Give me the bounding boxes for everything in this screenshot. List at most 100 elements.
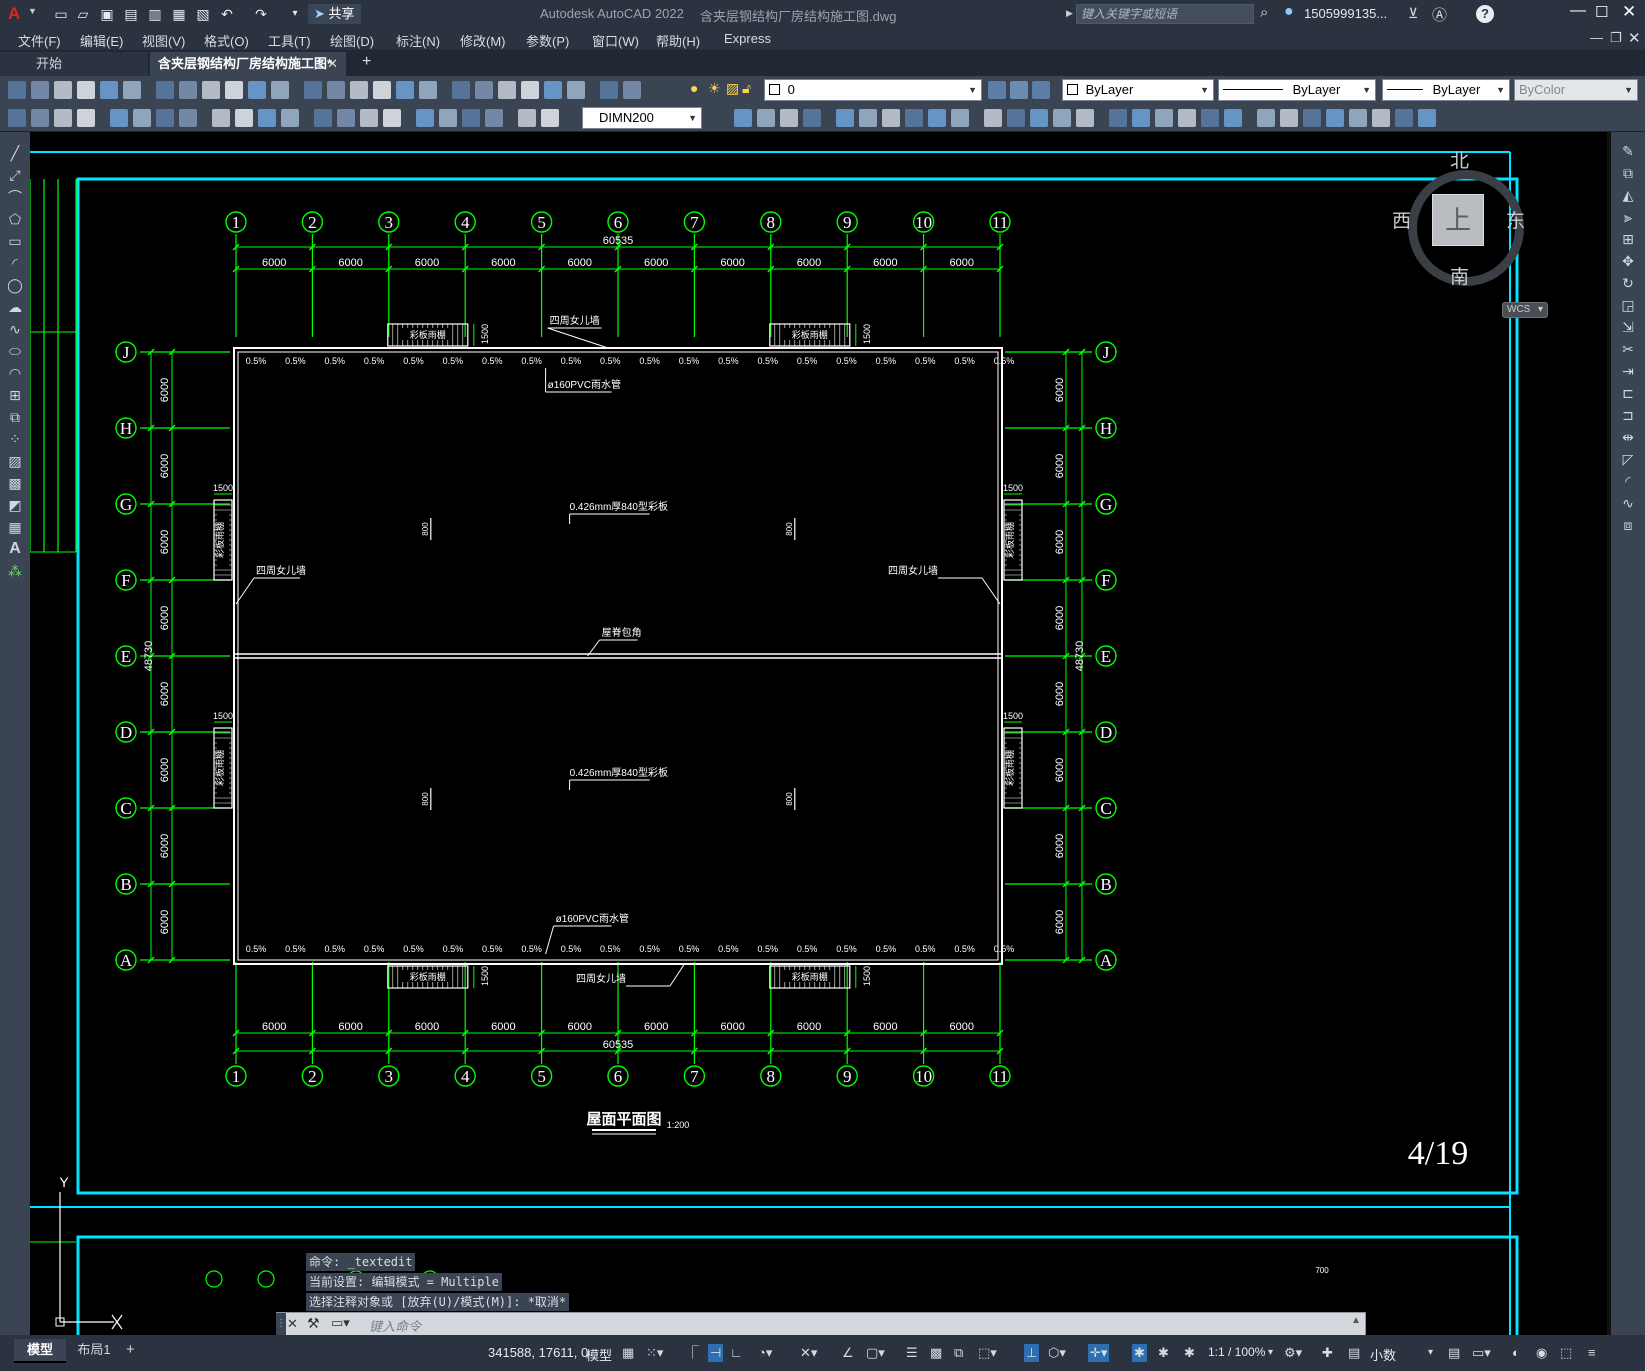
view-ne-icon[interactable] (905, 109, 923, 127)
command-grip-icon[interactable]: ⋮ (276, 1313, 286, 1335)
maximize-icon[interactable]: ☐ (1595, 3, 1608, 21)
move-icon[interactable]: ✥ (1618, 252, 1638, 270)
view-se-icon[interactable] (951, 109, 969, 127)
tool-redo-icon[interactable] (271, 81, 289, 99)
minimize-icon[interactable]: — (1570, 2, 1586, 20)
viewport-lock-icon[interactable] (1349, 109, 1367, 127)
tool-properties-icon[interactable] (396, 81, 414, 99)
rectangle-icon[interactable]: ▭ (5, 232, 25, 250)
line-icon[interactable]: ╱ (5, 144, 25, 162)
publish-icon[interactable]: ▥ (146, 5, 164, 23)
grid-icon[interactable]: ▦ (622, 1344, 634, 1362)
ucs-origin-icon[interactable] (1132, 109, 1150, 127)
search-icon[interactable]: ⌕ (1260, 4, 1268, 21)
search-expand-icon[interactable]: ▶ (1066, 8, 1073, 19)
mirror-icon[interactable]: ◭ (1618, 186, 1638, 204)
scale-chevron-icon[interactable]: ▾ (1268, 1344, 1273, 1362)
add-selected-icon[interactable]: ⁂ (5, 562, 25, 580)
undo-icon[interactable]: ↶ (218, 5, 236, 23)
plotstyle-dropdown[interactable]: ByColor ▼ (1514, 79, 1638, 101)
menu-view[interactable]: 视图(V) (142, 31, 185, 50)
tool-save-icon[interactable] (54, 81, 72, 99)
viewcube-west[interactable]: 西 (1392, 206, 1411, 233)
object-snap-icon[interactable]: ▢▾ (866, 1344, 885, 1362)
viewcube-east[interactable]: 东 (1506, 206, 1525, 233)
trim-icon[interactable]: ✂ (1618, 340, 1638, 358)
tool-design-center-icon[interactable] (419, 81, 437, 99)
tool-layer-walk-icon[interactable] (623, 81, 641, 99)
tool-zoom-icon[interactable] (327, 81, 345, 99)
annotation-scale-value[interactable]: 1:1 / 100% (1208, 1345, 1265, 1359)
snap-icon[interactable]: ⁙▾ (646, 1344, 663, 1362)
autodesk-app-icon[interactable]: Ⓐ (1432, 4, 1447, 25)
ucs-world-icon[interactable] (1007, 109, 1025, 127)
customization-icon[interactable]: ≡ (1588, 1344, 1596, 1362)
dim-inspect-icon[interactable] (383, 109, 401, 127)
tool-pan-icon[interactable] (304, 81, 322, 99)
make-current-icon[interactable] (988, 81, 1006, 99)
ucs-prev-icon[interactable] (1030, 109, 1048, 127)
redo-icon[interactable]: ↷ (252, 5, 270, 23)
dim-style-icon[interactable] (518, 109, 536, 127)
doc-minimize-icon[interactable]: — (1590, 30, 1603, 45)
export-icon[interactable]: ▦ (170, 5, 188, 23)
dynamic-input-icon[interactable]: ⊣ (708, 1344, 724, 1362)
view-top-icon[interactable] (780, 109, 798, 127)
explode-icon[interactable]: ⧈ (1618, 516, 1638, 534)
viewport-one-icon[interactable] (1303, 109, 1321, 127)
view-sw-icon[interactable] (984, 109, 1002, 127)
viewcube-north[interactable]: 北 (1450, 146, 1469, 173)
dim-angular-icon[interactable] (179, 109, 197, 127)
viewport-scale-icon[interactable] (1372, 109, 1390, 127)
tool-publish-icon[interactable] (123, 81, 141, 99)
gizmo-icon[interactable]: ✛▾ (1088, 1344, 1110, 1362)
viewport-clip-icon[interactable] (1326, 109, 1344, 127)
dim-update-icon[interactable] (485, 109, 503, 127)
polar-icon[interactable]: ◔▾ (758, 1344, 772, 1362)
chamfer-icon[interactable]: ◸ (1618, 450, 1638, 468)
plot-icon[interactable]: ▧ (194, 5, 212, 23)
view-front-icon[interactable] (734, 109, 752, 127)
layer-on-icon[interactable]: ● (690, 80, 698, 96)
workspace-gear-icon[interactable]: ⚙▾ (1284, 1344, 1302, 1362)
color-dropdown[interactable]: ByLayer ▼ (1062, 79, 1214, 101)
view-back-icon[interactable] (757, 109, 775, 127)
model-space-canvas[interactable]: 1 1 2 2 3 3 4 4 5 5 6 6 7 7 8 8 9 9 10 10 11 11 J J H H G G F F E E D D C C… (30, 132, 1611, 1335)
dim-break-icon[interactable] (314, 109, 332, 127)
viewcube[interactable]: 上 北 南 西 东 (1392, 146, 1546, 306)
rotate-icon[interactable]: ↻ (1618, 274, 1638, 292)
layout-tab-layout1[interactable]: 布局1 (68, 1339, 120, 1363)
dynamic-ucs-icon[interactable]: ⊥ (1024, 1344, 1040, 1362)
ucs-x-icon[interactable] (1201, 109, 1219, 127)
menu-modify[interactable]: 修改(M) (460, 31, 506, 50)
menu-edit[interactable]: 编辑(E) (80, 31, 123, 50)
construction-line-icon[interactable]: ⤢ (5, 166, 25, 184)
dim-continue-icon[interactable] (258, 109, 276, 127)
clean-screen-icon[interactable]: ⬚ (1560, 1344, 1572, 1362)
annotation-visibility-icon[interactable]: ✱ (1132, 1344, 1147, 1362)
share-button[interactable]: ➤ 共享 (308, 4, 361, 24)
dim-tolerance-icon[interactable] (337, 109, 355, 127)
dim-override-icon[interactable] (541, 109, 559, 127)
tool-preview-icon[interactable] (100, 81, 118, 99)
ucs-apply-icon[interactable] (1280, 109, 1298, 127)
view-left-icon[interactable] (836, 109, 854, 127)
ucs-face-icon[interactable] (1053, 109, 1071, 127)
extend-icon[interactable]: ⇥ (1618, 362, 1638, 380)
save-icon[interactable]: ▣ (98, 5, 116, 23)
gradient-icon[interactable]: ▩ (5, 474, 25, 492)
lineweight-icon[interactable]: ☰ (906, 1344, 918, 1362)
new-tab-button[interactable]: + (362, 53, 371, 71)
dim-edit-icon[interactable] (439, 109, 457, 127)
dim-ordinate-icon[interactable] (77, 109, 95, 127)
array-icon[interactable]: ⊞ (1618, 230, 1638, 248)
arc-icon[interactable]: ◜ (5, 254, 25, 272)
tab-active-drawing[interactable]: 含夹层钢结构厂房结构施工图* ✕ (150, 52, 346, 76)
view-nw-icon[interactable] (928, 109, 946, 127)
tool-paste-icon[interactable] (202, 81, 220, 99)
user-icon[interactable]: ● (1284, 3, 1294, 21)
join-icon[interactable]: ⇹ (1618, 428, 1638, 446)
search-input[interactable]: 键入关键字或短语 (1076, 4, 1254, 24)
tool-palettes-icon[interactable] (452, 81, 470, 99)
user-name[interactable]: 1505999135... (1304, 6, 1387, 21)
